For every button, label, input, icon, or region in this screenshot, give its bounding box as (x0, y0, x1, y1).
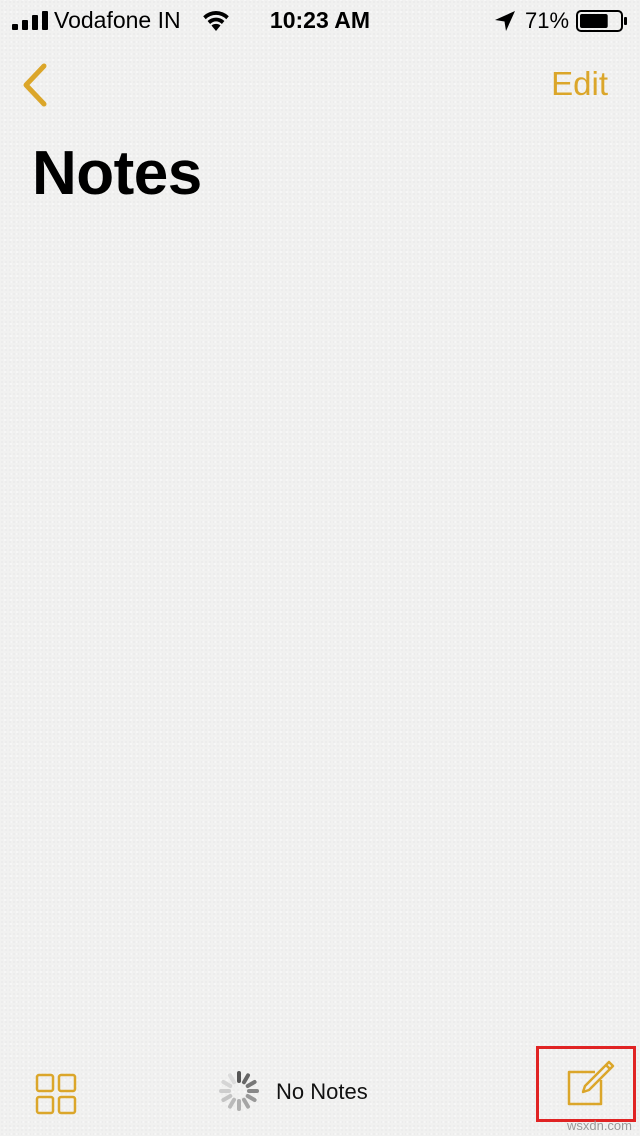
battery-icon (576, 10, 627, 32)
chevron-left-icon (23, 63, 47, 107)
compose-note-icon (567, 1060, 615, 1106)
location-arrow-icon (495, 11, 515, 31)
notes-count-status: No Notes (276, 1079, 368, 1104)
loading-spinner-icon (219, 1071, 259, 1111)
watermark: wsxdn.com (566, 1118, 632, 1133)
edit-button[interactable]: Edit (551, 64, 608, 104)
battery-percent: 71% (525, 8, 570, 33)
back-button[interactable] (14, 60, 58, 110)
page-title: Notes (32, 139, 202, 208)
compose-highlight-box (536, 1046, 636, 1122)
status-bar: Vodafone IN 10:23 AM 71% (0, 0, 640, 40)
bottom-toolbar: No Notes (0, 1046, 640, 1136)
gallery-view-button[interactable] (34, 1072, 78, 1116)
compose-note-button[interactable] (563, 1058, 615, 1110)
gallery-grid-icon (35, 1073, 77, 1115)
